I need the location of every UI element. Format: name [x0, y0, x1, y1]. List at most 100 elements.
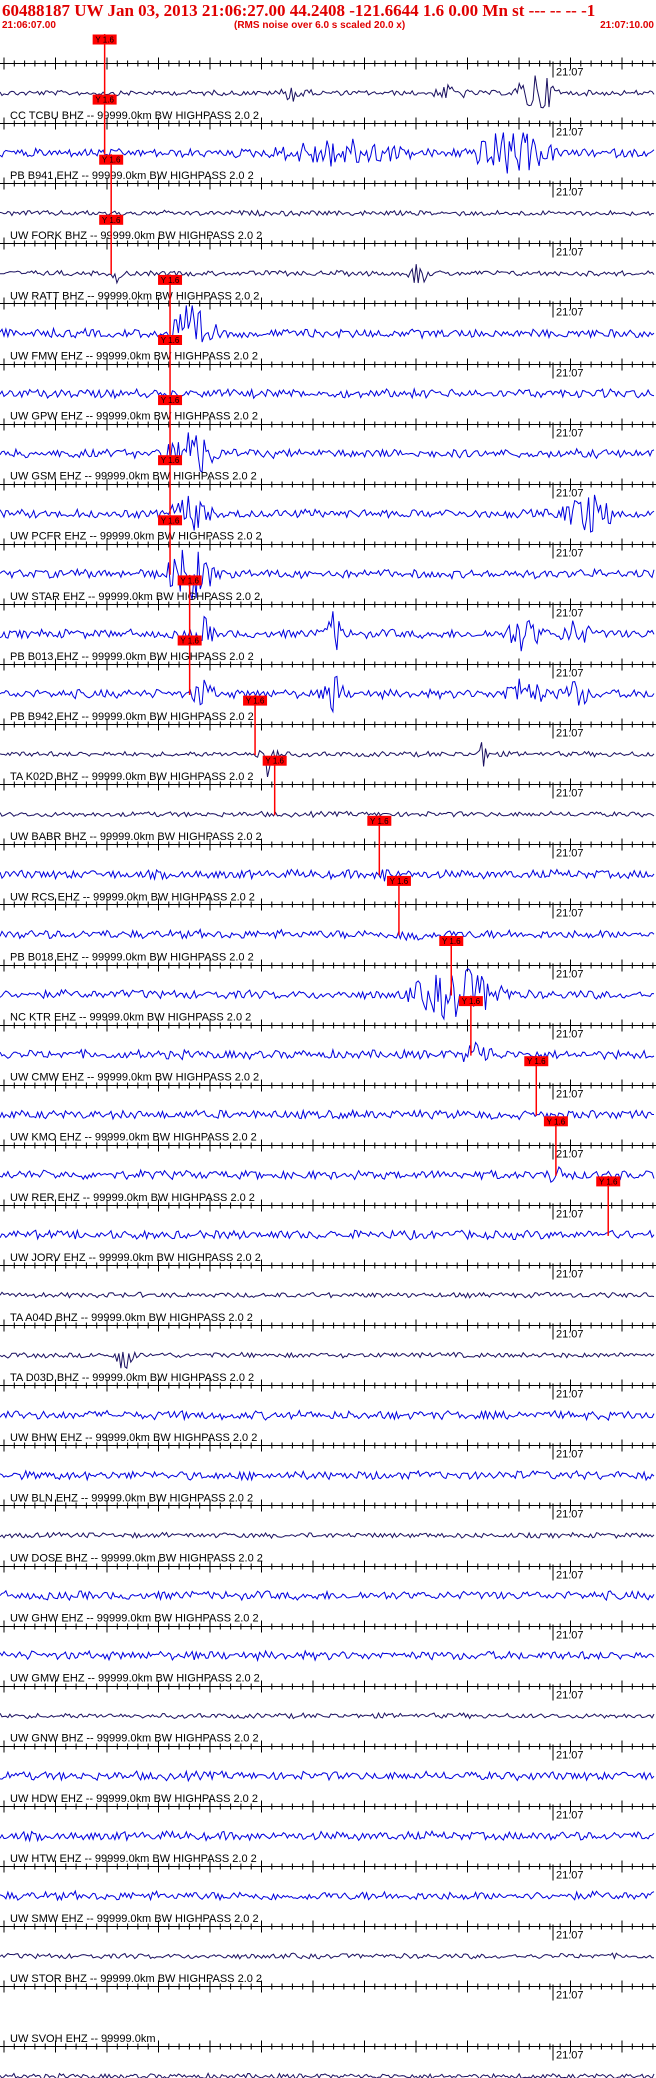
tick-label: 21:07 — [556, 1750, 584, 1762]
tick-label: 21:07 — [556, 1089, 584, 1101]
pick-label: Y 1.6 — [161, 456, 180, 465]
channel-label: TA A04D BHZ -- 99999.0km BW HIGHPASS 2.0… — [10, 1312, 253, 1324]
trace-row: 21:07 UW RCS EHZ -- 99999.0km BW HIGHPASS… — [0, 815, 656, 903]
trace-row: 21:07 TA K02D BHZ -- 99999.0km BW HIGHPAS… — [0, 695, 656, 783]
channel-label: UW JORV EHZ -- 99999.0km BW HIGHPASS 2.0… — [10, 1252, 261, 1264]
trace-row: 21:07 UW BABR BHZ -- 99999.0km BW HIGHPAS… — [0, 755, 656, 843]
pick-label: Y 1.6 — [161, 276, 180, 285]
pick-label: Y 1.6 — [246, 697, 265, 706]
channel-label: UW GSM EHZ -- 99999.0km BW HIGHPASS 2.0 … — [10, 471, 257, 483]
trace-row: 21:07 UW DOSE BHZ -- 99999.0km BW HIGHPAS… — [0, 1499, 656, 1564]
tick-label: 21:07 — [556, 1149, 584, 1161]
trace-row: 21:07 UW RER EHZ -- 99999.0km BW HIGHPASS… — [0, 1115, 656, 1204]
trace-row: 21:07 UW RATT BHZ -- 99999.0km BW HIGHPAS… — [0, 214, 656, 302]
waveform — [0, 1041, 655, 1063]
trace-row: 21:07 UW PCFR EHZ -- 99999.0km BW HIGHPAS… — [0, 454, 656, 543]
waveform — [0, 1952, 655, 1960]
channel-label: UW PCFR EHZ -- 99999.0km BW HIGHPASS 2.0… — [10, 531, 262, 543]
waveform — [0, 675, 655, 714]
channel-label: UW STOR BHZ -- 99999.0km BW HIGHPASS 2.0… — [10, 1973, 262, 1985]
pick-label: Y 1.6 — [599, 1177, 618, 1186]
trace-row: 21:07 UW FORK BHZ -- 99999.0km BW HIGHPAS… — [0, 154, 656, 242]
trace-row: 21:07 UW JORV EHZ -- 99999.0km BW HIGHPAS… — [0, 1175, 656, 1264]
tick-label: 21:07 — [556, 1570, 584, 1582]
pick-label: Y 1.6 — [180, 637, 199, 646]
tick-label: 21:07 — [556, 428, 584, 440]
waveform — [0, 1889, 655, 1902]
channel-label: TA K02D BHZ -- 99999.0km BW HIGHPASS 2.0… — [10, 771, 254, 783]
channel-label: UW BLN EHZ -- 99999.0km BW HIGHPASS 2.0 … — [10, 1492, 253, 1504]
tick-label: 21:07 — [556, 1930, 584, 1942]
channel-label: UW DOSE BHZ -- 99999.0km BW HIGHPASS 2.0… — [10, 1552, 263, 1564]
tick-label: 21:07 — [556, 728, 584, 740]
time-range-bar: 21:06:07.00 (RMS noise over 6.0 s scaled… — [0, 20, 656, 33]
pick-label: Y 1.6 — [102, 216, 121, 225]
tick-label: 21:07 — [556, 969, 584, 981]
pick-label: Y 1.6 — [102, 156, 121, 165]
tick-label: 21:07 — [556, 1269, 584, 1281]
waveform — [0, 1531, 655, 1540]
channel-label: PB B942 EHZ -- 99999.0km BW HIGHPASS 2.0… — [10, 711, 254, 723]
trace-row: 21:07 UW KMO EHZ -- 99999.0km BW HIGHPASS… — [0, 1055, 656, 1144]
tick-label: 21:07 — [556, 908, 584, 920]
pick-label: Y 1.6 — [161, 396, 180, 405]
scaling-note: (RMS noise over 6.0 s scaled 20.0 x) — [234, 20, 406, 31]
channel-label: UW BABR BHZ -- 99999.0km BW HIGHPASS 2.0… — [10, 831, 262, 843]
tick-label: 21:07 — [556, 187, 584, 199]
pick-label: Y 1.6 — [370, 817, 389, 826]
channel-label: UW GMW EHZ -- 99999.0km BW HIGHPASS 2.0 … — [10, 1673, 260, 1685]
channel-label: NC KTR EHZ -- 99999.0km BW HIGHPASS 2.0 … — [10, 1012, 251, 1024]
waveform — [0, 2072, 655, 2078]
trace-row: 21:07 PB B942 EHZ -- 99999.0km BW HIGHPAS… — [0, 635, 656, 723]
end-time: 21:07:10.00 — [600, 20, 654, 31]
waveform — [0, 868, 655, 882]
pick-label: Y 1.6 — [442, 937, 461, 946]
tick-label: 21:07 — [556, 1810, 584, 1822]
trace-row: 21:07 UW GNW BHZ -- 99999.0km BW HIGHPASS… — [0, 1680, 656, 1745]
channel-label: UW FMW EHZ -- 99999.0km BW HIGHPASS 2.0 … — [10, 350, 258, 362]
pick-label: Y 1.6 — [161, 516, 180, 525]
waveform — [0, 1228, 655, 1241]
trace-row: 21:07 UW STAR EHZ -- 99999.0km BW HIGHPAS… — [0, 514, 656, 603]
header: 60488187 UW Jan 03, 2013 21:06:27.00 44.… — [0, 0, 656, 34]
tick-label: 21:07 — [556, 2050, 584, 2062]
trace-row: 21:07 UW SMW EHZ -- 99999.0km BW HIGHPASS… — [0, 1860, 656, 1925]
trace-row: 21:07 UW SVOH EHZ -- 99999.0km — [0, 1980, 656, 2045]
tick-label: 21:07 — [556, 608, 584, 620]
tick-label: 21:07 — [556, 1389, 584, 1401]
trace-row: 21:07 UW GMW EHZ -- 99999.0km BW HIGHPASS… — [0, 1620, 656, 1685]
tick-label: 21:07 — [556, 848, 584, 860]
trace-row: 21:07 NC KTR EHZ -- 99999.0km BW HIGHPASS… — [0, 935, 656, 1024]
trace-row: 21:07 PB B018 EHZ -- 99999.0km BW HIGHPAS… — [0, 875, 656, 963]
channel-label: UW STAR EHZ -- 99999.0km BW HIGHPASS 2.0… — [10, 591, 260, 603]
trace-row: 21:07 UW HDW EHZ -- 99999.0km BW HIGHPASS… — [0, 1740, 656, 1805]
tick-label: 21:07 — [556, 1329, 584, 1341]
pick-label: Y 1.6 — [180, 576, 199, 585]
channel-label: UW SVOH EHZ -- 99999.0km — [10, 2033, 155, 2045]
waveform — [0, 928, 655, 942]
trace-row: 21:07 UW BHW EHZ -- 99999.0km BW HIGHPASS… — [0, 1379, 656, 1444]
channel-label: UW GHW EHZ -- 99999.0km BW HIGHPASS 2.0 … — [10, 1613, 259, 1625]
pick-label: Y 1.6 — [95, 36, 114, 45]
waveform — [0, 1291, 655, 1299]
trace-row: 21:07 UW GSM EHZ -- 99999.0km BW HIGHPASS… — [0, 394, 656, 483]
channel-label: CC TCBU BHZ -- 99999.0km BW HIGHPASS 2.0… — [10, 110, 259, 122]
trace-row: 21:07 UW FMW EHZ -- 99999.0km BW HIGHPASS… — [0, 274, 656, 362]
channel-label: UW SMW EHZ -- 99999.0km BW HIGHPASS 2.0 … — [10, 1913, 259, 1925]
pick-label: Y 1.6 — [547, 1117, 566, 1126]
tick-label: 21:07 — [556, 1690, 584, 1702]
channel-label: UW CMW EHZ -- 99999.0km BW HIGHPASS 2.0 … — [10, 1072, 259, 1084]
trace-row: 21:07 UW GPW EHZ -- 99999.0km BW HIGHPASS… — [0, 334, 656, 423]
event-title: 60488187 UW Jan 03, 2013 21:06:27.00 44.… — [2, 1, 596, 20]
waveform — [0, 1409, 655, 1422]
channel-label: UW HDW EHZ -- 99999.0km BW HIGHPASS 2.0 … — [10, 1793, 258, 1805]
tick-label: 21:07 — [556, 368, 584, 380]
waveform — [0, 1711, 655, 1720]
seismogram-plot: 21:07 CC TCBU BHZ -- 99999.0km BW HIGHPAS… — [0, 34, 656, 2078]
tick-label: 21:07 — [556, 1209, 584, 1221]
tick-label: 21:07 — [556, 668, 584, 680]
tick-label: 21:07 — [556, 1449, 584, 1461]
trace-row: 21:07 UW HTW EHZ -- 99999.0km BW HIGHPASS… — [0, 1800, 656, 1865]
waveform — [0, 494, 655, 533]
tick-label: 21:07 — [556, 1870, 584, 1882]
